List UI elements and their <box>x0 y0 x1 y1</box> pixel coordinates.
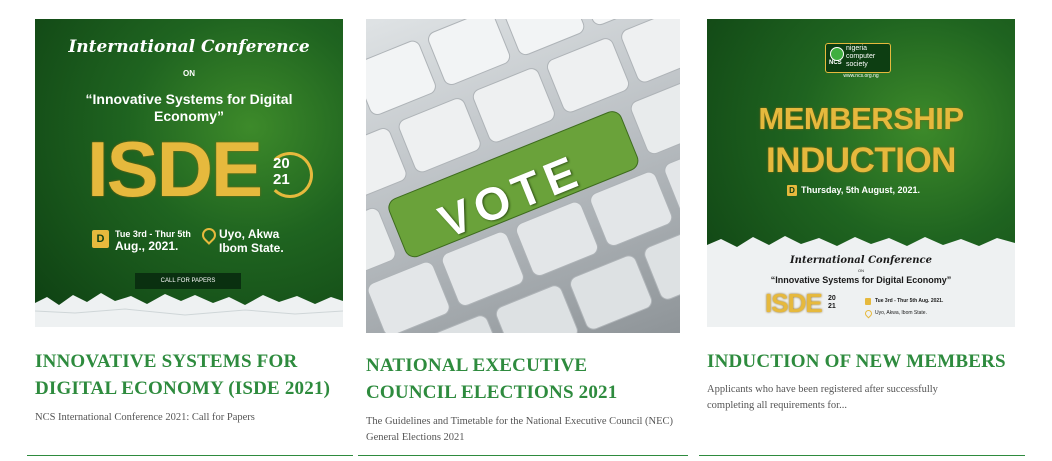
ncs-logo: NCS nigeria computer society <box>825 43 891 73</box>
post-title-induction[interactable]: INDUCTION OF NEW MEMBERS <box>707 348 1027 375</box>
poster-date-line2: Aug., 2021. <box>115 239 179 253</box>
poster-theme: “Innovative Systems for Digital Economy” <box>85 91 293 124</box>
card-divider <box>27 455 353 456</box>
poster-year-bottom: 21 <box>273 171 290 188</box>
poster-date-line1: Tue 3rd - Thur 5th <box>115 229 191 239</box>
poster-date: Thursday, 5th August, 2021. <box>801 185 921 195</box>
poster-year-top: 20 <box>273 155 290 172</box>
mini-poster-theme: “Innovative Systems for Digital Economy” <box>770 275 952 285</box>
post-thumbnail-induction[interactable]: NCS nigeria computer society www.ncs.org… <box>707 19 1015 327</box>
poster-script-heading: International Conference <box>68 37 310 57</box>
mini-poster-date: Tue 3rd - Thur 5th Aug. 2021. <box>875 298 944 304</box>
ncs-logo-name-2: computer <box>846 53 876 60</box>
calendar-icon: D <box>787 185 797 196</box>
card-divider <box>358 455 688 456</box>
mini-poster-on: ON <box>858 268 864 273</box>
mini-poster-year-top: 20 <box>828 295 836 302</box>
calendar-icon <box>865 298 871 305</box>
poster-place-line1: Uyo, Akwa <box>219 227 280 241</box>
post-title-nec-elections[interactable]: NATIONAL EXECUTIVE COUNCIL ELECTIONS 202… <box>366 352 646 406</box>
poster-headline-1: MEMBERSHIP <box>758 101 964 136</box>
post-excerpt-induction: Applicants who have been registered afte… <box>707 384 938 411</box>
ncs-logo-name-3: society <box>846 61 868 68</box>
post-thumbnail-nec-elections[interactable]: VOTE <box>366 19 680 333</box>
ncs-logo-url: www.ncs.org.ng <box>843 73 879 79</box>
calendar-icon: D <box>92 230 109 248</box>
poster-headline-2: INDUCTION <box>766 141 956 180</box>
poster-acronym: ISDE <box>87 125 263 213</box>
poster-place-line2: Ibom State. <box>219 241 284 255</box>
poster-on: ON <box>183 69 195 78</box>
ncs-logo-name-1: nigeria <box>846 45 868 52</box>
torn-paper-edge <box>35 293 343 327</box>
mini-poster-year-bottom: 21 <box>828 303 836 310</box>
card-divider <box>699 455 1025 456</box>
mini-poster-script: International Conference <box>790 255 932 266</box>
mini-poster-acronym: ISDE <box>765 288 823 318</box>
mini-poster-place: Uyo, Akwa, Ibom State. <box>875 310 927 316</box>
globe-icon <box>830 47 844 61</box>
location-pin-icon <box>199 225 219 245</box>
post-excerpt-nec-elections: The Guidelines and Timetable for the Nat… <box>366 416 674 443</box>
post-title-isde[interactable]: INNOVATIVE SYSTEMS FOR DIGITAL ECONOMY (… <box>35 348 353 402</box>
post-excerpt-isde: NCS International Conference 2021: Call … <box>35 412 255 423</box>
post-thumbnail-isde[interactable]: International Conference ON “Innovative … <box>35 19 343 327</box>
